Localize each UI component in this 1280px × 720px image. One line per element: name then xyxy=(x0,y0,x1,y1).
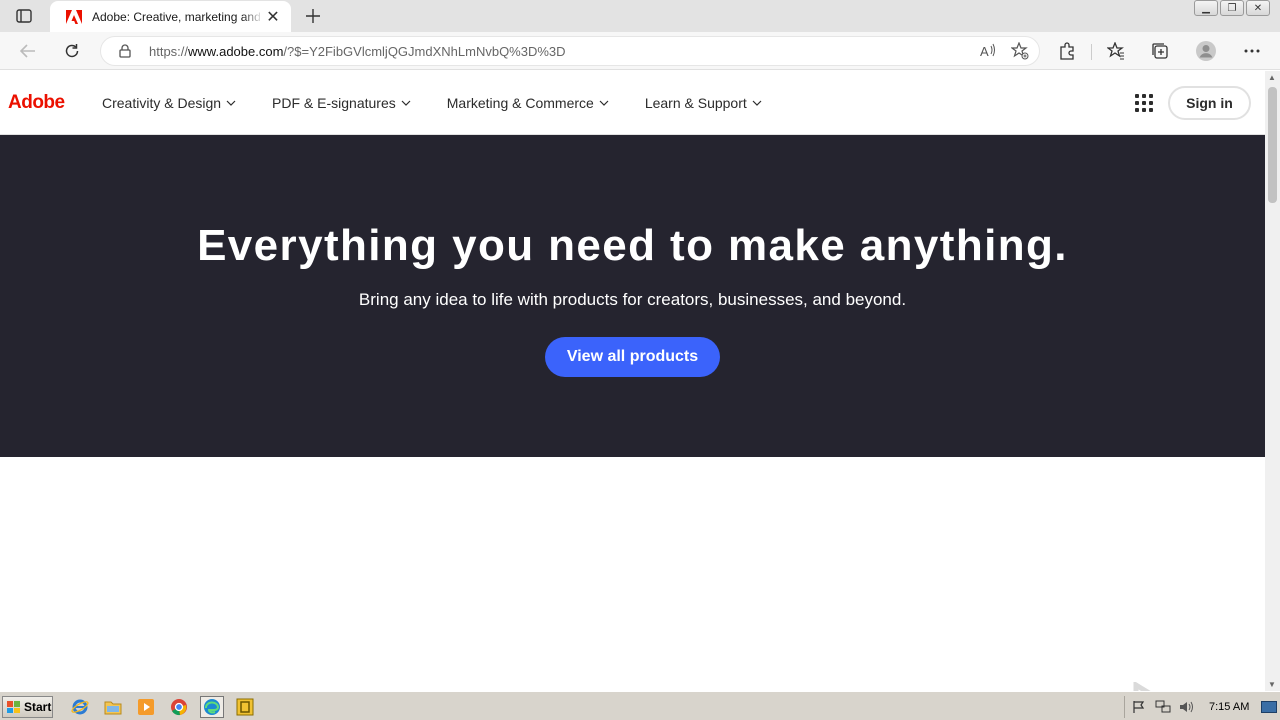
sign-in-button[interactable]: Sign in xyxy=(1168,86,1251,120)
nav-menu: Creativity & Design PDF & E-signatures M… xyxy=(102,71,798,135)
read-aloud-icon[interactable]: A xyxy=(979,42,997,65)
system-tray: 7:15 AM xyxy=(1124,696,1280,718)
edge-icon[interactable] xyxy=(200,696,224,718)
add-favorite-icon[interactable] xyxy=(1010,41,1029,65)
address-bar[interactable]: https://www.adobe.com/?$=Y2FibGVlcmljQGJ… xyxy=(100,36,1040,66)
taskbar-clock[interactable]: 7:15 AM xyxy=(1209,701,1249,713)
hero-headline: Everything you need to make anything. xyxy=(197,221,1068,270)
adobe-logo[interactable]: Adobe xyxy=(8,92,65,114)
hero-banner: Everything you need to make anything. Br… xyxy=(0,135,1265,457)
chevron-down-icon xyxy=(401,100,411,106)
app-switcher-grid-icon[interactable] xyxy=(1135,94,1153,112)
nav-item-creativity-design[interactable]: Creativity & Design xyxy=(102,95,236,111)
quick-launch xyxy=(68,696,257,718)
file-explorer-icon[interactable] xyxy=(101,696,125,718)
scroll-down-arrow-icon[interactable]: ▼ xyxy=(1268,680,1276,689)
svg-text:A: A xyxy=(980,44,989,59)
tab-title: Adobe: Creative, marketing and document … xyxy=(92,9,263,24)
more-menu-icon[interactable] xyxy=(1238,38,1266,64)
close-window-button[interactable]: ✕ xyxy=(1246,0,1270,16)
internet-explorer-icon[interactable] xyxy=(68,696,92,718)
media-player-icon[interactable] xyxy=(134,696,158,718)
restore-button[interactable]: ❐ xyxy=(1220,0,1244,16)
nav-item-learn-support[interactable]: Learn & Support xyxy=(645,95,762,111)
web-page: Adobe Creativity & Design PDF & E-signat… xyxy=(0,71,1265,691)
adobe-global-nav: Adobe Creativity & Design PDF & E-signat… xyxy=(0,71,1265,135)
new-tab-button[interactable] xyxy=(302,5,324,27)
scrollbar-thumb[interactable] xyxy=(1268,87,1277,203)
windows-taskbar: Start 7:15 AM xyxy=(0,691,1280,720)
page-scrollbar[interactable]: ▲ ▼ xyxy=(1265,71,1280,691)
tab-actions-icon[interactable] xyxy=(10,7,38,25)
volume-icon[interactable] xyxy=(1179,700,1195,714)
minimize-button[interactable]: ▁ xyxy=(1194,0,1218,16)
lock-icon[interactable] xyxy=(119,43,135,59)
network-icon[interactable] xyxy=(1155,700,1171,714)
play-triangle-icon xyxy=(1132,682,1176,691)
action-center-flag-icon[interactable] xyxy=(1131,700,1147,714)
browser-tab-bar: Adobe: Creative, marketing and document … xyxy=(0,0,1280,32)
show-desktop-icon[interactable] xyxy=(1261,700,1278,714)
toolbar-separator xyxy=(1091,44,1092,60)
window-controls: ▁ ❐ ✕ xyxy=(1194,0,1270,16)
profile-avatar-icon[interactable] xyxy=(1192,38,1220,64)
app-taskbar-icon[interactable] xyxy=(233,696,257,718)
hero-subhead: Bring any idea to life with products for… xyxy=(358,290,907,309)
windows-flag-icon xyxy=(7,701,21,713)
chevron-down-icon xyxy=(752,100,762,106)
back-arrow-icon[interactable] xyxy=(14,38,42,64)
url-text[interactable]: https://www.adobe.com/?$=Y2FibGVlcmljQGJ… xyxy=(149,44,566,59)
chevron-down-icon xyxy=(599,100,609,106)
start-button[interactable]: Start xyxy=(2,696,53,718)
favorites-icon[interactable] xyxy=(1102,38,1130,64)
scroll-up-arrow-icon[interactable]: ▲ xyxy=(1268,73,1276,82)
browser-tab-active[interactable]: Adobe: Creative, marketing and document … xyxy=(50,1,291,32)
view-all-products-button[interactable]: View all products xyxy=(545,337,720,377)
chrome-icon[interactable] xyxy=(167,696,191,718)
adobe-favicon-icon xyxy=(66,9,82,25)
nav-item-marketing-commerce[interactable]: Marketing & Commerce xyxy=(447,95,609,111)
nav-item-pdf-esignatures[interactable]: PDF & E-signatures xyxy=(272,95,411,111)
anyrun-watermark: ANY RUN xyxy=(1038,677,1265,691)
collections-icon[interactable] xyxy=(1146,38,1174,64)
tab-close-icon[interactable]: ✕ xyxy=(263,7,283,27)
browser-toolbar: https://www.adobe.com/?$=Y2FibGVlcmljQGJ… xyxy=(0,32,1280,70)
extensions-icon[interactable] xyxy=(1053,38,1081,64)
chevron-down-icon xyxy=(226,100,236,106)
refresh-icon[interactable] xyxy=(58,38,86,64)
